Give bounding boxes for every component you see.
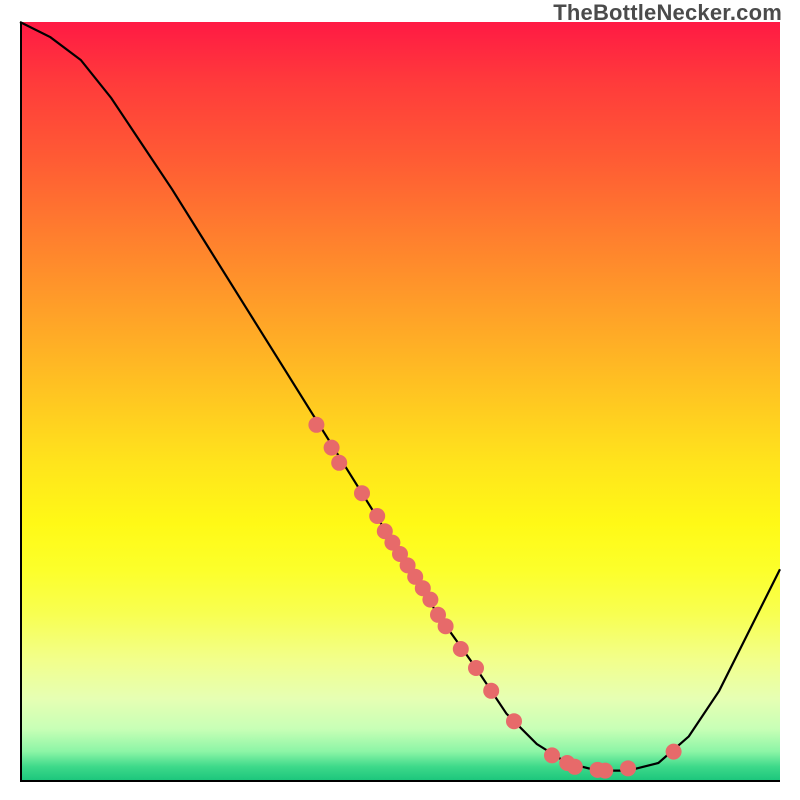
data-point: [369, 508, 385, 524]
chart-svg: [20, 22, 780, 782]
data-point: [422, 592, 438, 608]
data-point: [453, 641, 469, 657]
data-point: [354, 485, 370, 501]
data-point: [597, 763, 613, 779]
watermark-text: TheBottleNecker.com: [553, 0, 782, 26]
data-point: [506, 713, 522, 729]
data-point: [483, 683, 499, 699]
data-point: [620, 760, 636, 776]
data-point: [567, 759, 583, 775]
data-point: [468, 660, 484, 676]
data-point: [666, 744, 682, 760]
data-point: [331, 455, 347, 471]
data-point: [324, 440, 340, 456]
data-point: [438, 618, 454, 634]
bottleneck-curve: [20, 22, 780, 771]
data-point: [544, 747, 560, 763]
data-point: [308, 417, 324, 433]
chart-container: TheBottleNecker.com: [0, 0, 800, 800]
data-points: [308, 417, 681, 779]
